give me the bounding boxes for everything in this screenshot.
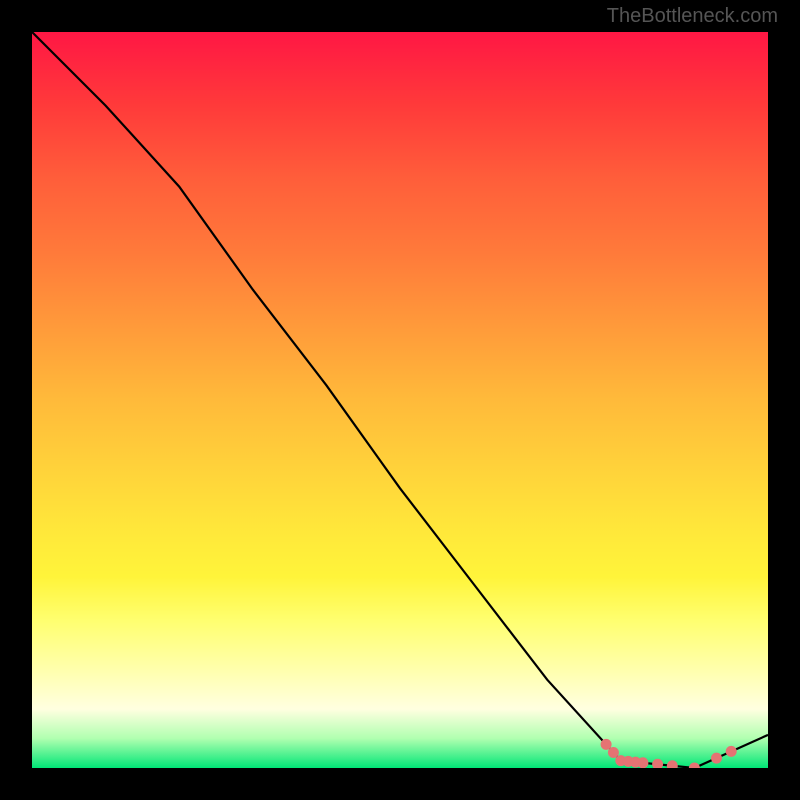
marker-point xyxy=(638,758,648,768)
bottleneck-line xyxy=(32,32,768,768)
chart-svg xyxy=(32,32,768,768)
marker-point xyxy=(689,763,699,768)
marker-point xyxy=(608,748,618,758)
marker-point xyxy=(653,759,663,768)
marker-point xyxy=(667,761,677,768)
marker-point xyxy=(712,753,722,763)
marker-point xyxy=(726,746,736,756)
optimal-markers xyxy=(601,739,736,768)
marker-point xyxy=(601,739,611,749)
plot-area xyxy=(32,32,768,768)
attribution-text: TheBottleneck.com xyxy=(607,5,778,28)
